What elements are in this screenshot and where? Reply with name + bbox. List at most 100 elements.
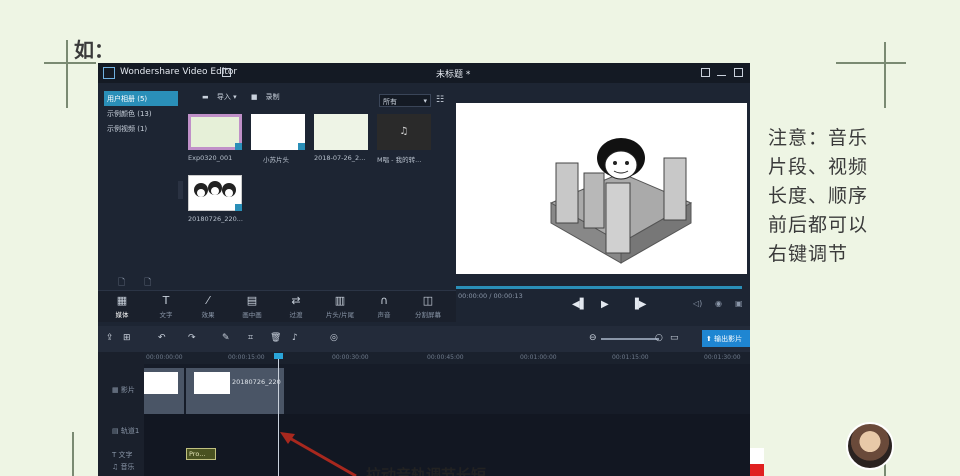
timeline-tracks[interactable]: 20180726_220: [144, 364, 750, 476]
fullscreen-icon[interactable]: ▣: [735, 299, 743, 308]
media-item[interactable]: 20180726_220...: [188, 175, 243, 223]
text-icon: T: [162, 294, 170, 307]
import-button[interactable]: ▬ 导入 ▾: [202, 93, 243, 101]
play-button[interactable]: ▶: [601, 299, 609, 310]
undo-icon[interactable]: ↶: [158, 333, 166, 343]
media-name: 20180726_220...: [188, 215, 243, 223]
media-thumbnail: [251, 114, 305, 150]
media-item[interactable]: 2018-07-26_2...: [314, 114, 368, 162]
track-labels: ▦ 影片 ▤ 轨道1 T 文字 ♫ 音乐: [98, 352, 144, 476]
crop-icon[interactable]: ⌗: [248, 333, 253, 343]
media-badge: [298, 143, 305, 150]
track-label-pip: ▤ 轨道1: [112, 427, 140, 435]
speed-icon[interactable]: ◎: [330, 333, 338, 343]
sidebar-item-user-album[interactable]: 用户相册 (5): [104, 91, 178, 106]
prev-frame-button[interactable]: ◀▌: [572, 299, 587, 310]
media-filter-select[interactable]: 所有 ▾: [379, 94, 431, 107]
note-line: 注意：音乐: [768, 127, 869, 149]
magic-wand-icon: ⁄: [207, 294, 209, 307]
record-button[interactable]: ■ 录制: [251, 93, 286, 101]
fit-timeline-icon[interactable]: ▭: [670, 333, 679, 343]
edit-icon[interactable]: ✎: [222, 333, 230, 343]
note-line: 前后都可以: [768, 214, 869, 236]
tab-transition[interactable]: ⇄ 过渡: [276, 294, 316, 320]
text-clip[interactable]: Pro...: [186, 448, 216, 460]
tab-sound[interactable]: ∩ 声音: [364, 295, 404, 320]
preview-frame-image: [549, 138, 693, 264]
zoom-in-icon[interactable]: ○: [655, 333, 663, 343]
microphone-icon[interactable]: ♪: [292, 333, 298, 343]
playhead-handle[interactable]: [274, 353, 283, 359]
save-icon[interactable]: [222, 68, 231, 77]
tab-media[interactable]: ▦ 媒体: [102, 295, 142, 320]
note-line: 右键调节: [768, 243, 849, 265]
library-toolbar: ▬ 导入 ▾ ■ 录制: [202, 92, 292, 102]
clip-frame: [194, 372, 230, 394]
clapper-icon: ▥: [334, 294, 346, 307]
sidebar-footer: 🗋 🗋: [118, 275, 151, 291]
zoom-slider[interactable]: [601, 338, 659, 340]
delete-folder-icon[interactable]: 🗋: [144, 278, 151, 288]
collapse-handle[interactable]: [178, 181, 183, 199]
media-thumbnail: [188, 114, 242, 150]
crop-mark: [884, 42, 886, 108]
chevron-down-icon: ▾: [423, 97, 427, 105]
ruler-tick: 00:01:15:00: [612, 354, 649, 361]
note-line: 片段、视频: [768, 156, 869, 178]
folder-icon: ▬: [202, 93, 211, 101]
preview-scrubber[interactable]: [456, 286, 742, 289]
time-readout: 00:00:00 / 00:00:13: [458, 292, 523, 300]
add-track-icon[interactable]: ⇪: [106, 333, 114, 343]
transition-icon: ⇄: [291, 294, 301, 307]
media-name: 2018-07-26_2...: [314, 154, 366, 162]
redo-icon[interactable]: ↷: [188, 333, 196, 343]
zoom-out-icon[interactable]: ⊖: [589, 333, 597, 343]
timeline-ruler[interactable]: 00:00:00:00 00:00:15:00 00:00:30:00 00:0…: [144, 352, 750, 364]
crop-mark: [836, 62, 906, 64]
pip-icon: ▤: [112, 427, 121, 435]
minimize-icon[interactable]: [717, 68, 726, 76]
playhead[interactable]: [278, 356, 279, 476]
sidebar-item-sample-videos[interactable]: 示例视频 (1): [104, 121, 178, 136]
crop-mark: [66, 40, 68, 108]
snapshot-icon[interactable]: ◉: [715, 299, 722, 308]
media-item[interactable]: ♫ M唱 - 我的转...: [377, 114, 431, 164]
tab-effects[interactable]: ⁄ 效果: [188, 294, 228, 320]
media-thumbnail: [314, 114, 368, 150]
crop-mark: [44, 62, 96, 64]
side-note: 注意：音乐 片段、视频 长度、顺序 前后都可以 右键调节: [768, 124, 898, 269]
music-note-icon: ♫: [112, 463, 121, 471]
feature-tab-bar: ▦ 媒体 T 文字 ⁄ 效果 ▤ 画中画 ⇄ 过渡 ▥ 片头/片尾 ∩ 声音 ◫ 分割屏幕: [98, 290, 456, 322]
video-clip[interactable]: 20180726_220: [186, 368, 284, 414]
media-item[interactable]: 小苏片头: [251, 114, 305, 164]
tab-pip[interactable]: ▤ 画中画: [232, 295, 272, 320]
clip-name: 20180726_220: [232, 378, 281, 386]
menu-icon[interactable]: [701, 68, 710, 77]
next-frame-button[interactable]: ▐▶: [631, 299, 646, 310]
document-title: 未标题 *: [436, 70, 471, 80]
delete-icon[interactable]: 🗑: [270, 333, 281, 343]
music-note-icon: ♫: [377, 114, 431, 150]
video-track[interactable]: 20180726_220: [144, 364, 750, 414]
maximize-icon[interactable]: [734, 68, 743, 77]
volume-icon[interactable]: ◁): [693, 299, 702, 308]
ruler-tick: 00:00:15:00: [228, 354, 265, 361]
tab-text[interactable]: T 文字: [146, 294, 186, 320]
tab-intro-credits[interactable]: ▥ 片头/片尾: [320, 294, 360, 320]
export-button[interactable]: ⬆ 输出影片: [702, 330, 750, 347]
video-editor-window: Wondershare Video Editor 未标题 * 用户相册 (5) …: [98, 63, 750, 476]
media-badge: [235, 143, 242, 150]
sidebar-item-sample-colors[interactable]: 示例颜色 (13): [104, 106, 178, 121]
meme-faces-image: [194, 181, 236, 197]
film-icon: ▦: [112, 386, 121, 394]
video-clip[interactable]: [144, 368, 184, 414]
new-folder-icon[interactable]: 🗋: [118, 278, 125, 288]
app-name: Wondershare Video Editor: [120, 67, 238, 77]
view-toggle-icon[interactable]: ☷: [436, 95, 444, 105]
ruler-tick: 00:01:00:00: [520, 354, 557, 361]
tab-split-screen[interactable]: ◫ 分割屏幕: [408, 295, 448, 320]
ruler-tick: 00:00:45:00: [427, 354, 464, 361]
media-thumbnail: [188, 175, 242, 211]
track-manager-icon[interactable]: ⊞: [123, 333, 131, 343]
media-item[interactable]: Exp0320_001: [188, 114, 242, 162]
